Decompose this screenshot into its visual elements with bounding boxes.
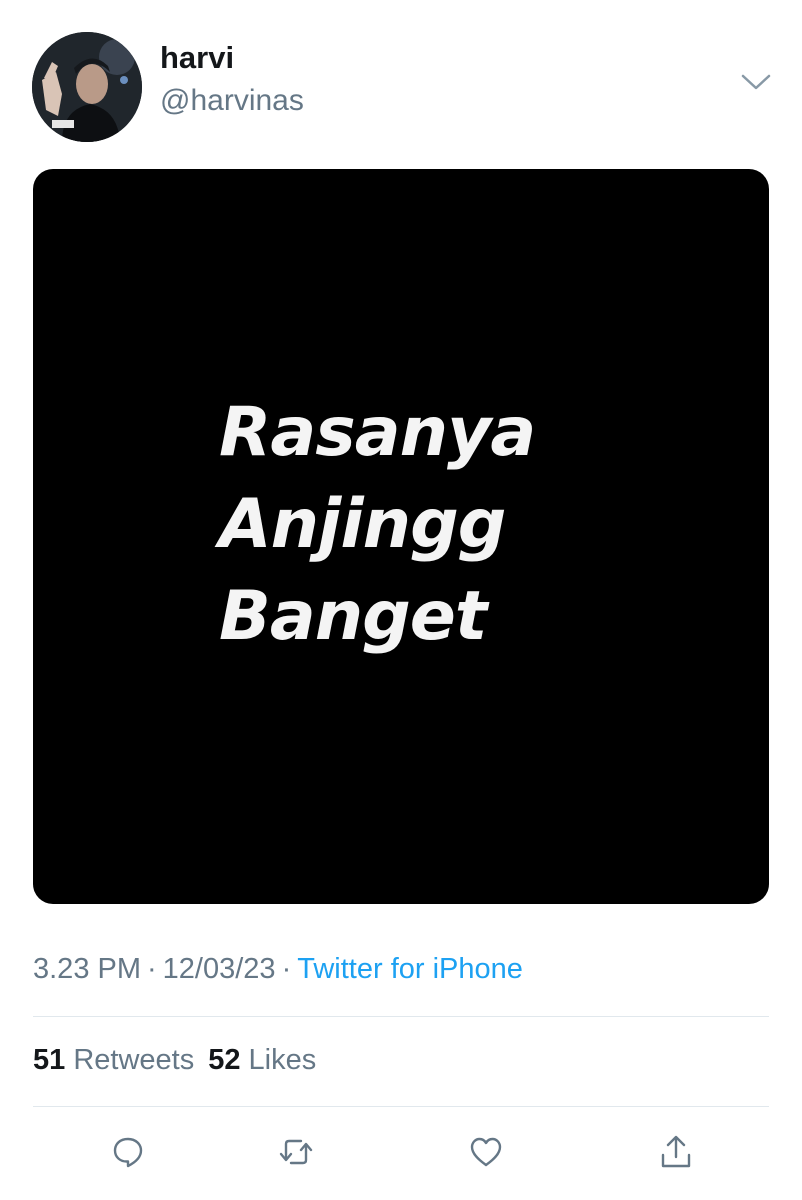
tweet-source-link[interactable]: Twitter for iPhone: [297, 953, 523, 985]
share-icon: [661, 1135, 691, 1168]
user-handle[interactable]: @harvinas: [160, 86, 304, 116]
tweet-media-image[interactable]: Rasanya Anjingg Banget: [33, 169, 769, 904]
retweets-label: Retweets: [73, 1044, 195, 1076]
retweets-stat[interactable]: 51 Retweets: [33, 1044, 194, 1076]
share-button[interactable]: [652, 1128, 700, 1176]
divider: [33, 1016, 769, 1017]
media-caption: Rasanya Anjingg Banget: [219, 387, 639, 663]
avatar[interactable]: [32, 32, 142, 142]
tweet-date: 12/03/23: [162, 953, 276, 985]
tweet-stats: 51 Retweets 52 Likes: [33, 1046, 316, 1075]
divider: [33, 1106, 769, 1107]
retweets-count: 51: [33, 1044, 66, 1076]
display-name[interactable]: harvi: [160, 42, 234, 73]
media-caption-line: Anjingg: [219, 485, 506, 564]
heart-icon: [470, 1137, 502, 1167]
likes-stat[interactable]: 52 Likes: [208, 1044, 316, 1076]
media-caption-line: Rasanya: [219, 393, 536, 472]
reply-button[interactable]: [104, 1128, 152, 1176]
tweet-meta: 3.23 PM · 12/03/23 · Twitter for iPhone: [33, 955, 523, 984]
tweet-menu-button[interactable]: [734, 64, 778, 100]
reply-icon: [113, 1137, 143, 1168]
retweet-icon: [279, 1139, 313, 1165]
retweet-button[interactable]: [272, 1128, 320, 1176]
meta-separator: ·: [281, 953, 292, 985]
likes-count: 52: [208, 1044, 241, 1076]
likes-label: Likes: [248, 1044, 317, 1076]
like-button[interactable]: [462, 1128, 510, 1176]
media-caption-line: Banget: [219, 577, 487, 656]
meta-separator: ·: [147, 953, 157, 985]
chevron-down-icon: [741, 74, 771, 90]
tweet-actions-bar: [0, 1128, 802, 1176]
avatar-photo: [32, 32, 142, 142]
tweet-time: 3.23 PM: [33, 953, 141, 985]
